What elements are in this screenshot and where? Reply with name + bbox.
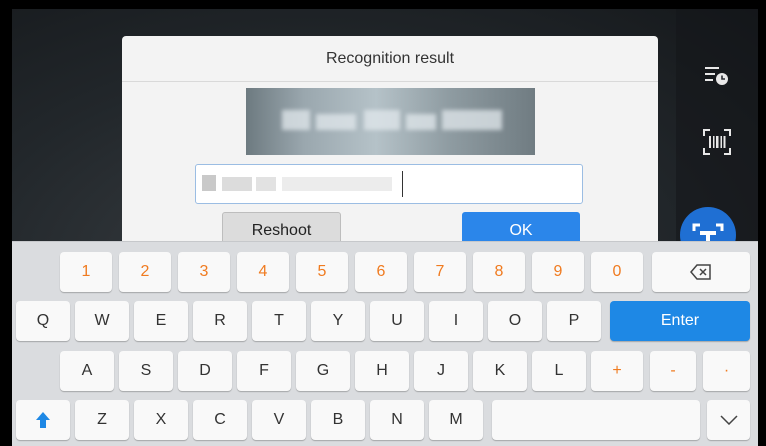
hide-keyboard-key[interactable] [707,400,750,440]
key-u[interactable]: U [370,301,424,341]
key-b[interactable]: B [311,400,365,440]
key-4[interactable]: 4 [237,252,289,292]
on-screen-keyboard: 1 2 3 4 5 6 7 8 9 0 Q W E R T Y U I O P … [12,241,758,446]
key-e[interactable]: E [134,301,188,341]
key-minus[interactable]: - [650,351,696,391]
key-m[interactable]: M [429,400,483,440]
key-j[interactable]: J [414,351,468,391]
key-dot[interactable]: · [703,351,750,391]
chevron-down-icon [719,415,738,425]
key-9[interactable]: 9 [532,252,584,292]
camera-screen: Recognition result Reshoot OK 1 2 3 4 5 … [12,9,758,446]
key-o[interactable]: O [488,301,542,341]
key-g[interactable]: G [296,351,350,391]
device-frame: Recognition result Reshoot OK 1 2 3 4 5 … [0,0,766,446]
key-plus[interactable]: + [591,351,643,391]
key-n[interactable]: N [370,400,424,440]
key-c[interactable]: C [193,400,247,440]
shift-key[interactable] [16,400,70,440]
key-6[interactable]: 6 [355,252,407,292]
key-t[interactable]: T [252,301,306,341]
key-w[interactable]: W [75,301,129,341]
dialog-title: Recognition result [122,36,658,82]
shift-icon [36,412,50,428]
key-x[interactable]: X [134,400,188,440]
barcode-scan-icon[interactable] [698,123,736,161]
key-1[interactable]: 1 [60,252,112,292]
key-r[interactable]: R [193,301,247,341]
key-p[interactable]: P [547,301,601,341]
key-a[interactable]: A [60,351,114,391]
key-5[interactable]: 5 [296,252,348,292]
key-v[interactable]: V [252,400,306,440]
key-z[interactable]: Z [75,400,129,440]
key-2[interactable]: 2 [119,252,171,292]
key-d[interactable]: D [178,351,232,391]
key-i[interactable]: I [429,301,483,341]
result-input[interactable] [195,164,583,204]
key-y[interactable]: Y [311,301,365,341]
key-l[interactable]: L [532,351,586,391]
key-3[interactable]: 3 [178,252,230,292]
recognition-dialog: Recognition result Reshoot OK [122,36,658,250]
key-q[interactable]: Q [16,301,70,341]
enter-key[interactable]: Enter [610,301,750,341]
key-8[interactable]: 8 [473,252,525,292]
backspace-icon [690,264,711,280]
space-key[interactable] [492,400,700,440]
key-s[interactable]: S [119,351,173,391]
key-k[interactable]: K [473,351,527,391]
backspace-key[interactable] [652,252,750,292]
key-7[interactable]: 7 [414,252,466,292]
key-f[interactable]: F [237,351,291,391]
key-h[interactable]: H [355,351,409,391]
history-icon[interactable] [698,57,736,95]
key-0[interactable]: 0 [591,252,643,292]
recognized-image [246,88,535,155]
